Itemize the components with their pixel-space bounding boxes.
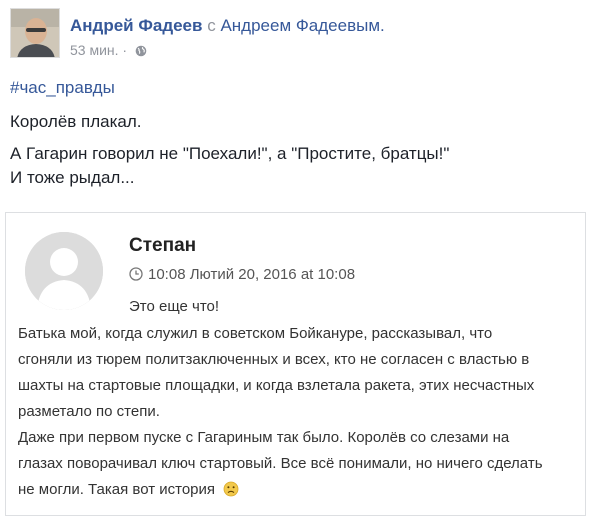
post-header: Андрей Фадеев с Андреем Фадеевым. 53 мин…: [10, 8, 590, 60]
author-avatar[interactable]: [10, 8, 60, 58]
post-meta: 53 мин. ·: [70, 42, 147, 60]
shared-comment-card: Степан 10:08 Лютий 20, 2016 at 10:08 Это…: [5, 212, 586, 516]
post-line: А Гагарин говорил не "Поехали!", а "Прос…: [10, 144, 450, 163]
meta-separator: ·: [122, 42, 128, 58]
globe-icon[interactable]: [135, 44, 147, 60]
comment-line: шахты на стартовые площадки, и когда взл…: [18, 377, 535, 394]
post-time[interactable]: 53 мин.: [70, 42, 119, 58]
comment-line: не могли. Такая вот история: [18, 481, 216, 498]
comment-line: Это еще что!: [129, 298, 220, 315]
author-line: Андрей Фадеев с Андреем Фадеевым.: [70, 16, 385, 36]
commenter-name: Степан: [129, 235, 197, 256]
commenter-avatar-placeholder: [25, 232, 103, 310]
post-line: И тоже рыдал...: [10, 168, 135, 187]
comment-line: глазах поворачивал ключ стартовый. Все в…: [18, 455, 543, 472]
post-body: Королёв плакал. А Гагарин говорил не "По…: [10, 110, 449, 190]
clock-icon: [129, 267, 143, 285]
comment-line: Даже при первом пуске с Гагариным так бы…: [18, 429, 510, 446]
comment-line: Батька мой, когда служил в советском Бой…: [18, 325, 493, 342]
sad-face-emoji-icon: [223, 481, 239, 501]
tagged-person[interactable]: Андреем Фадеевым.: [220, 16, 384, 35]
with-word: с: [207, 16, 216, 35]
author-name[interactable]: Андрей Фадеев: [70, 16, 202, 35]
timestamp-text: 10:08 Лютий 20, 2016 at 10:08: [148, 266, 356, 283]
hashtag-link[interactable]: #час_правды: [10, 78, 115, 98]
comment-last-line: не могли. Такая вот история: [18, 481, 239, 501]
comment-line: сгоняли из тюрем политзаключенных и всех…: [18, 351, 530, 368]
comment-line: разметало по степи.: [18, 403, 160, 420]
post-line: Королёв плакал.: [10, 112, 142, 131]
comment-timestamp: 10:08 Лютий 20, 2016 at 10:08: [129, 266, 355, 285]
